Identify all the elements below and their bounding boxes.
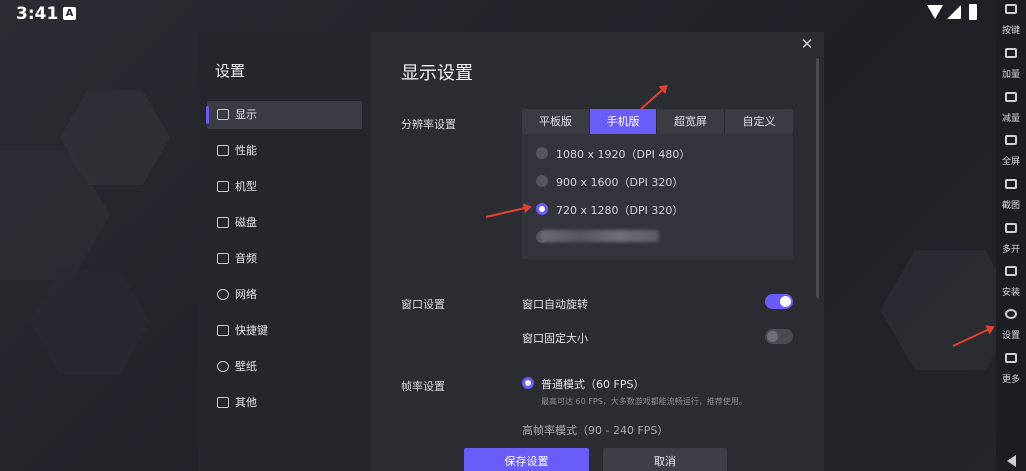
content-scrollbar[interactable] — [816, 58, 819, 298]
resolution-label: 分辨率设置 — [401, 118, 456, 131]
sidebar-item-label: 性能 — [235, 144, 257, 157]
volume-down-icon — [1005, 92, 1017, 102]
toolbar-label: 截图 — [1001, 201, 1020, 211]
toolbar-label: 按键 — [1001, 26, 1020, 36]
status-bar: 3:41 A — [0, 0, 996, 28]
resolution-option-label: 900 x 1600（DPI 320） — [556, 176, 684, 189]
toggle-knob — [780, 296, 791, 307]
toolbar-volume-up-button[interactable]: 加量 — [996, 48, 1026, 81]
cancel-button[interactable]: 取消 — [603, 448, 727, 471]
disk-icon — [217, 217, 229, 228]
globe-icon — [217, 289, 229, 300]
sidebar-item-other[interactable]: 其他 — [207, 389, 362, 417]
window-settings-label: 窗口设置 — [401, 298, 445, 311]
audio-icon — [217, 253, 229, 264]
sidebar-item-performance[interactable]: 性能 — [207, 137, 362, 165]
back-triangle-icon — [1006, 455, 1016, 467]
wifi-icon — [927, 5, 943, 19]
sidebar-item-network[interactable]: 网络 — [207, 281, 362, 309]
toolbar-label: 安装 — [1001, 288, 1020, 298]
sidebar-item-label: 其他 — [235, 396, 257, 409]
sidebar-item-model[interactable]: 机型 — [207, 173, 362, 201]
settings-dialog: 设置 显示 性能 机型 磁盘 音频 网络 快捷键 壁纸 其他 ✕ 显示设置 分辨… — [199, 32, 824, 471]
sidebar-item-label: 壁纸 — [235, 360, 257, 373]
battery-icon — [969, 4, 977, 20]
toggle-knob — [767, 331, 778, 342]
grid-icon — [217, 397, 229, 408]
sidebar-item-audio[interactable]: 音频 — [207, 245, 362, 273]
toolbar-more-button[interactable]: 更多 — [996, 353, 1026, 386]
signal-icon — [947, 5, 961, 19]
toolbar-settings-button[interactable]: 设置 — [996, 309, 1026, 342]
tab-custom[interactable]: 自定义 — [725, 109, 793, 134]
sidebar-item-label: 网络 — [235, 288, 257, 301]
toolbar-fullscreen-button[interactable]: 全屏 — [996, 135, 1026, 168]
background-hexagon — [30, 270, 150, 374]
toolbar-back-button[interactable] — [996, 455, 1026, 467]
resolution-radio[interactable] — [536, 175, 548, 187]
toolbar-label: 加量 — [1001, 70, 1020, 80]
performance-icon — [217, 145, 229, 156]
toolbar-label: 设置 — [1001, 331, 1020, 341]
keyboard-icon — [1005, 4, 1017, 14]
framerate-label: 帧率设置 — [401, 380, 445, 393]
tab-tablet[interactable]: 平板版 — [522, 109, 590, 134]
sidebar-item-wallpaper[interactable]: 壁纸 — [207, 353, 362, 381]
multi-instance-icon — [1005, 223, 1017, 233]
save-button[interactable]: 保存设置 — [464, 448, 589, 471]
gear-icon — [1005, 309, 1017, 319]
framerate-normal-label: 普通模式（60 FPS） — [541, 378, 645, 391]
install-icon — [1005, 266, 1017, 276]
blurred-option-label — [541, 230, 659, 242]
monitor-icon — [217, 109, 229, 120]
toolbar-volume-down-button[interactable]: 减量 — [996, 92, 1026, 125]
auto-rotate-toggle[interactable] — [765, 294, 793, 309]
resolution-option-label: 720 x 1280（DPI 320） — [556, 204, 684, 217]
shortcut-icon — [217, 325, 229, 336]
fixed-size-label: 窗口固定大小 — [522, 332, 588, 345]
volume-up-icon — [1005, 48, 1017, 58]
emulator-toolbar: 按键 加量 减量 全屏 截图 多开 安装 设置 更多 — [996, 0, 1026, 471]
toolbar-label: 全屏 — [1001, 157, 1020, 167]
toolbar-label: 减量 — [1001, 114, 1020, 124]
framerate-hint: 最高可达 60 FPS，大多数游戏都能流畅运行，推荐使用。 — [541, 397, 747, 406]
toolbar-keymap-button[interactable]: 按键 — [996, 4, 1026, 37]
toolbar-install-button[interactable]: 安装 — [996, 266, 1026, 299]
resolution-option-label: 1080 x 1920（DPI 480） — [556, 148, 691, 161]
toolbar-screenshot-button[interactable]: 截图 — [996, 179, 1026, 212]
phone-model-icon — [217, 181, 229, 192]
close-icon[interactable]: ✕ — [800, 37, 814, 52]
tab-ultrawide[interactable]: 超宽屏 — [657, 109, 725, 134]
toolbar-label: 多开 — [1001, 245, 1020, 255]
settings-sidebar: 设置 显示 性能 机型 磁盘 音频 网络 快捷键 壁纸 其他 — [199, 32, 370, 471]
more-icon — [1005, 353, 1017, 363]
sidebar-item-label: 机型 — [235, 180, 257, 193]
status-time: 3:41 — [16, 4, 59, 24]
framerate-high-label: 高帧率模式（90 - 240 FPS） — [522, 424, 669, 437]
page-title: 显示设置 — [401, 63, 473, 84]
notification-a-icon: A — [63, 7, 76, 20]
toolbar-multi-instance-button[interactable]: 多开 — [996, 223, 1026, 256]
wallpaper-icon — [217, 361, 229, 372]
tab-phone[interactable]: 手机版 — [590, 109, 657, 134]
framerate-normal-radio[interactable] — [522, 377, 534, 389]
resolution-radio-selected[interactable] — [536, 203, 548, 215]
sidebar-item-label: 磁盘 — [235, 216, 257, 229]
fullscreen-icon — [1005, 135, 1017, 145]
sidebar-title: 设置 — [215, 62, 246, 80]
scissors-icon — [1005, 179, 1017, 189]
sidebar-item-disk[interactable]: 磁盘 — [207, 209, 362, 237]
sidebar-item-label: 快捷键 — [235, 324, 268, 337]
resolution-radio[interactable] — [536, 147, 548, 159]
sidebar-item-shortcuts[interactable]: 快捷键 — [207, 317, 362, 345]
sidebar-item-label: 显示 — [235, 108, 257, 121]
sidebar-item-display[interactable]: 显示 — [206, 101, 362, 129]
auto-rotate-label: 窗口自动旋转 — [522, 298, 588, 311]
fixed-size-toggle[interactable] — [765, 329, 793, 344]
toolbar-label: 更多 — [1001, 375, 1020, 385]
resolution-tabs: 平板版 手机版 超宽屏 自定义 — [522, 109, 793, 134]
sidebar-item-label: 音频 — [235, 252, 257, 265]
